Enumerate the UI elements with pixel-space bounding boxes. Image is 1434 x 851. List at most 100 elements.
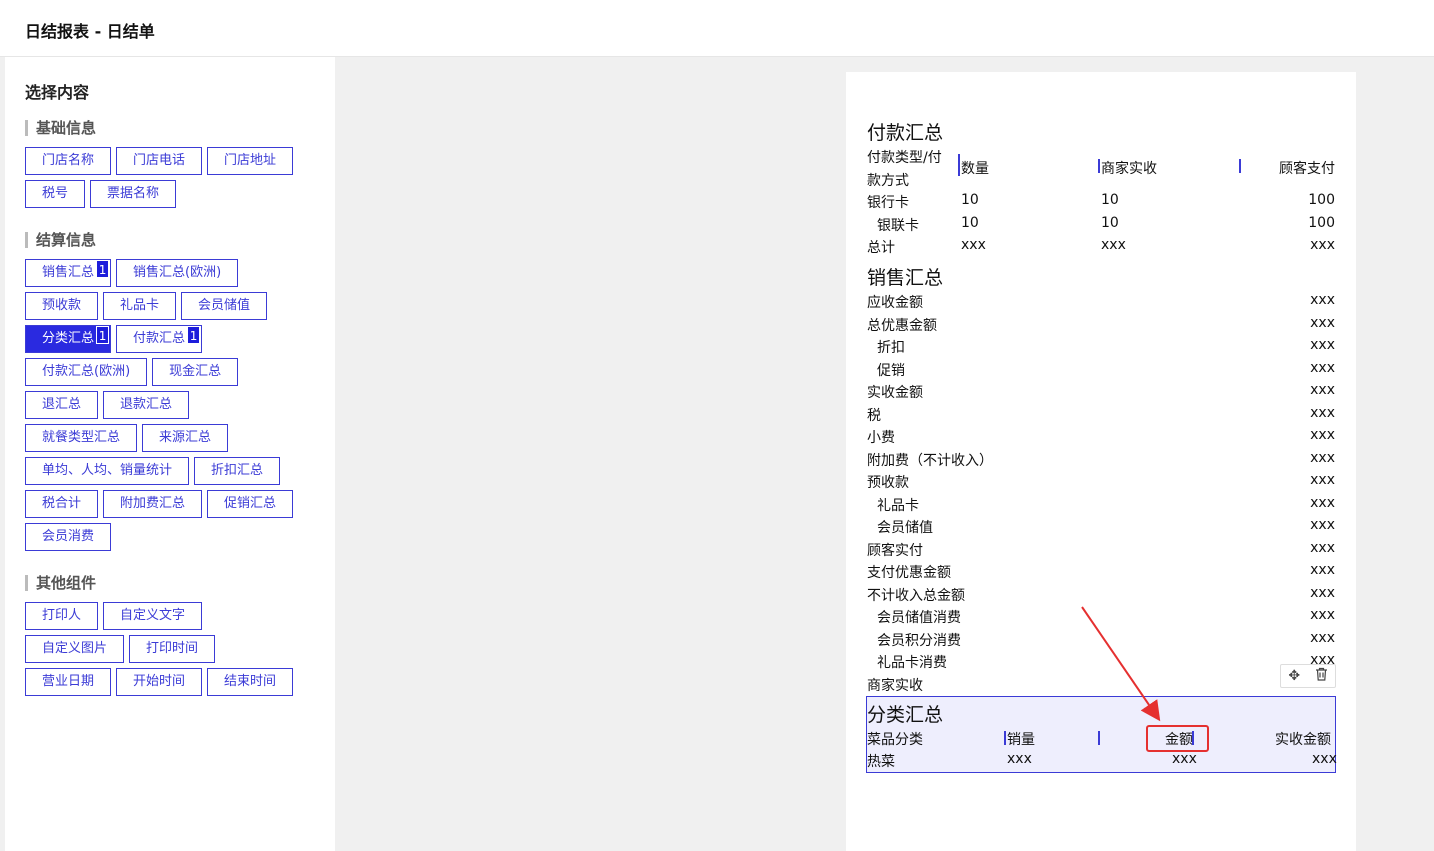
button-row: 自定义图片 打印时间	[25, 635, 216, 663]
payment-header-qty: 数量	[961, 161, 989, 177]
component-button-label: 现金汇总	[169, 364, 222, 379]
button-row: 税合计 附加费汇总 促销汇总	[25, 490, 294, 518]
component-button[interactable]: 现金汇总	[152, 358, 239, 386]
sales-row-value: xxx	[1310, 472, 1335, 488]
sidebar-heading: 选择内容	[25, 83, 90, 102]
column-divider[interactable]	[1098, 731, 1100, 745]
top-bar: 日结报表 - 日结单	[0, 0, 1434, 57]
sales-row-value: xxx	[1310, 584, 1335, 601]
component-button[interactable]: 结束时间	[207, 668, 294, 696]
sales-row-value: xxx	[1310, 382, 1335, 398]
component-button[interactable]: 打印时间	[129, 635, 216, 663]
component-button[interactable]: 促销汇总	[207, 490, 294, 518]
component-button-label: 营业日期	[42, 674, 95, 689]
component-button[interactable]: 税合计	[25, 490, 99, 518]
component-button[interactable]: 销售汇总 1	[25, 259, 112, 287]
payment-row-merchant: 10	[1101, 192, 1119, 208]
column-divider[interactable]	[1098, 159, 1100, 173]
component-button[interactable]: 会员储值	[181, 292, 268, 320]
category-row-amount: xxx	[1172, 751, 1197, 767]
sales-row-label: 会员积分消费	[877, 632, 961, 649]
component-button-label: 促销汇总	[224, 496, 277, 511]
component-button-label: 自定义文字	[120, 608, 186, 623]
button-row: 单均、人均、销量统计 折扣汇总	[25, 457, 281, 485]
button-row: 会员消费	[25, 523, 112, 551]
button-row: 门店名称 门店电话 门店地址	[25, 147, 294, 175]
button-row: 退汇总 退款汇总	[25, 391, 190, 419]
page-title: 日结报表 - 日结单	[25, 22, 155, 41]
component-button-label: 退款汇总	[120, 397, 173, 412]
column-divider[interactable]	[958, 154, 960, 176]
count-badge: 1	[187, 326, 201, 344]
component-button[interactable]: 销售汇总(欧洲)	[116, 259, 239, 287]
component-button-label: 自定义图片	[42, 641, 108, 656]
button-row: 预收款 礼品卡 会员储值	[25, 292, 268, 320]
sales-row-label: 税	[867, 407, 881, 424]
component-button[interactable]: 礼品卡	[103, 292, 177, 320]
column-divider[interactable]	[1239, 159, 1241, 173]
component-button[interactable]: 来源汇总	[142, 424, 229, 452]
component-button[interactable]: 就餐类型汇总	[25, 424, 138, 452]
component-button[interactable]: 退汇总	[25, 391, 99, 419]
component-button[interactable]: 会员消费	[25, 523, 112, 551]
delete-icon[interactable]	[1315, 667, 1328, 685]
sales-summary-title: 销售汇总	[867, 267, 944, 289]
column-divider[interactable]	[1004, 731, 1006, 745]
component-button[interactable]: 分类汇总 1	[25, 325, 112, 353]
sales-row-label: 不计收入总金额	[867, 587, 965, 604]
category-row-qty: xxx	[1007, 751, 1032, 767]
payment-header-type: 付款类型/付	[867, 150, 942, 166]
sales-row-value: xxx	[1310, 629, 1335, 646]
component-button[interactable]: 票据名称	[90, 180, 177, 208]
component-button-label: 分类汇总	[42, 331, 95, 346]
button-row: 打印人 自定义文字	[25, 602, 203, 630]
component-button-label: 单均、人均、销量统计	[42, 463, 173, 478]
payment-row-merchant: 10	[1101, 215, 1119, 231]
component-button[interactable]: 自定义文字	[103, 602, 203, 630]
payment-header-customer: 顾客支付	[1279, 161, 1335, 177]
component-button[interactable]: 门店电话	[116, 147, 203, 175]
category-row-actual: xxx	[1312, 751, 1337, 767]
sales-row-label: 折扣	[877, 340, 905, 356]
component-button[interactable]: 打印人	[25, 602, 99, 630]
component-button-label: 退汇总	[42, 397, 82, 412]
component-button[interactable]: 退款汇总	[103, 391, 190, 419]
payment-header-type-cont: 款方式	[867, 173, 909, 189]
component-button[interactable]: 预收款	[25, 292, 99, 320]
component-button-label: 税合计	[42, 496, 82, 511]
category-summary-title: 分类汇总	[867, 704, 944, 726]
sales-row-label: 实收金额	[867, 385, 923, 401]
move-icon[interactable]: ✥	[1288, 668, 1300, 684]
component-button[interactable]: 营业日期	[25, 668, 112, 696]
button-row: 销售汇总 1 销售汇总(欧洲)	[25, 259, 239, 287]
count-badge: 1	[96, 326, 110, 344]
payment-row-qty: 10	[961, 192, 979, 208]
component-button[interactable]: 折扣汇总	[194, 457, 281, 485]
component-button[interactable]: 门店地址	[207, 147, 294, 175]
payment-row-customer: xxx	[1310, 237, 1335, 253]
component-button-label: 付款汇总(欧洲)	[42, 364, 131, 379]
component-button-label: 开始时间	[133, 674, 186, 689]
component-button[interactable]: 单均、人均、销量统计	[25, 457, 190, 485]
component-button-label: 结束时间	[224, 674, 277, 689]
sales-row-label: 总优惠金额	[867, 317, 937, 334]
sales-row-label: 顾客实付	[867, 542, 923, 559]
component-button[interactable]: 开始时间	[116, 668, 203, 696]
button-row: 税号 票据名称	[25, 180, 177, 208]
component-button[interactable]: 付款汇总(欧洲)	[25, 358, 148, 386]
sidebar: 选择内容 基础信息 门店名称 门店电话 门店地址 税号 票据名称 结算信息 销售汇总 1 销售汇总…	[5, 57, 335, 851]
component-button[interactable]: 门店名称	[25, 147, 112, 175]
sales-row-value: xxx	[1310, 449, 1335, 466]
category-header-qty: 销量	[1007, 732, 1035, 748]
component-button-label: 折扣汇总	[211, 463, 264, 478]
component-button[interactable]: 附加费汇总	[103, 490, 203, 518]
category-header-name: 菜品分类	[867, 732, 923, 748]
component-button[interactable]: 自定义图片	[25, 635, 125, 663]
component-button[interactable]: 付款汇总 1	[116, 325, 203, 353]
sales-row-label: 礼品卡消费	[877, 655, 947, 671]
category-row-name: 热菜	[867, 754, 895, 770]
component-button-label: 销售汇总(欧洲)	[133, 265, 222, 280]
component-button-label: 票据名称	[107, 186, 160, 201]
component-button[interactable]: 税号	[25, 180, 86, 208]
sales-row-value: xxx	[1310, 517, 1335, 533]
